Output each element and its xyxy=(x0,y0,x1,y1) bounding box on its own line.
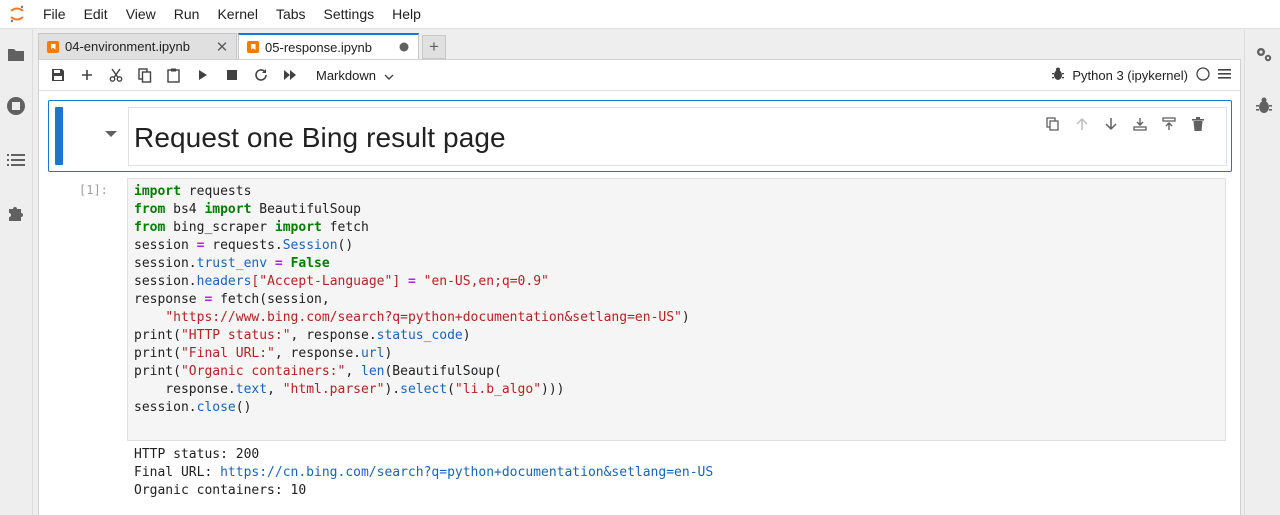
menu-settings[interactable]: Settings xyxy=(315,0,384,29)
code-line: print("Organic containers:", len(Beautif… xyxy=(134,364,502,379)
debugger-bug-icon[interactable] xyxy=(1254,96,1274,116)
code-line: print("HTTP status:", response.status_co… xyxy=(134,328,471,343)
save-icon[interactable] xyxy=(43,63,72,87)
copy-icon[interactable] xyxy=(130,63,159,87)
folder-icon[interactable] xyxy=(6,44,26,64)
notebook-icon xyxy=(47,40,59,53)
code-line: session = requests.Session() xyxy=(134,238,354,253)
code-line: "https://www.bing.com/search?q=python+do… xyxy=(165,310,690,325)
markdown-heading: Request one Bing result page xyxy=(134,122,506,153)
notebook-icon xyxy=(247,41,260,53)
code-line: response.text, "html.parser").select("li… xyxy=(134,382,565,397)
left-sidebar xyxy=(0,30,33,515)
code-line: session.trust_env = False xyxy=(134,256,330,271)
menu-help[interactable]: Help xyxy=(383,0,430,29)
property-inspector-gears-icon[interactable] xyxy=(1254,44,1274,64)
cell-toolbar xyxy=(1038,114,1212,134)
code-line: session.headers["Accept-Language"] = "en… xyxy=(134,274,549,289)
move-down-arrow-icon[interactable] xyxy=(1096,114,1125,134)
code-line: print("Final URL:", response.url) xyxy=(134,346,393,361)
menu-view[interactable]: View xyxy=(117,0,165,29)
tab-label: 05-response.ipynb xyxy=(265,39,372,55)
menu-bar: File Edit View Run Kernel Tabs Settings … xyxy=(0,0,1280,29)
insert-below-icon[interactable] xyxy=(1154,114,1183,134)
menu-edit[interactable]: Edit xyxy=(75,0,117,29)
code-editor[interactable]: import requests from bs4 import Beautifu… xyxy=(127,178,1226,441)
code-line: response = fetch(session, xyxy=(134,292,330,307)
notebook-toolbar: Markdown Python 3 (ipykernel) xyxy=(39,60,1240,91)
output-line-url: Final URL: https://cn.bing.com/search?q=… xyxy=(134,464,713,482)
run-play-icon[interactable] xyxy=(188,63,217,87)
right-sidebar xyxy=(1244,30,1280,515)
menu-hamburger-icon[interactable] xyxy=(1218,68,1232,83)
restart-run-all-fast-forward-icon[interactable] xyxy=(275,63,304,87)
chevron-down-icon xyxy=(384,68,394,83)
cell-collapser[interactable] xyxy=(55,107,63,165)
output-line-containers: Organic containers: 10 xyxy=(134,482,306,500)
tab-05-response[interactable]: 05-response.ipynb xyxy=(238,33,419,59)
kernel-name[interactable]: Python 3 (ipykernel) xyxy=(1072,68,1188,83)
table-of-contents-icon[interactable] xyxy=(6,150,26,170)
notebook-panel: Markdown Python 3 (ipykernel) Request on… xyxy=(38,59,1241,515)
output-label: HTTP status: xyxy=(134,447,236,462)
close-icon[interactable]: ✕ xyxy=(214,39,230,56)
output-url-link[interactable]: https://cn.bing.com/search?q=python+docu… xyxy=(220,465,713,480)
paste-clipboard-icon[interactable] xyxy=(159,63,188,87)
code-line: import requests xyxy=(134,184,252,199)
extensions-puzzle-icon[interactable] xyxy=(6,203,26,223)
cut-scissors-icon[interactable] xyxy=(101,63,130,87)
output-label: Organic containers: xyxy=(134,483,291,498)
menu-kernel[interactable]: Kernel xyxy=(208,0,266,29)
move-up-arrow-icon[interactable] xyxy=(1067,114,1096,134)
cell-type-dropdown[interactable]: Markdown xyxy=(316,68,394,83)
debugger-bug-icon[interactable] xyxy=(1052,67,1065,84)
duplicate-cell-icon[interactable] xyxy=(1038,114,1067,134)
code-line: session.close() xyxy=(134,400,252,415)
restart-kernel-icon[interactable] xyxy=(246,63,275,87)
menu-tabs[interactable]: Tabs xyxy=(267,0,315,29)
output-label: Final URL: xyxy=(134,465,221,480)
output-value: 10 xyxy=(290,483,307,498)
delete-trash-icon[interactable] xyxy=(1183,114,1212,134)
insert-above-icon[interactable] xyxy=(1125,114,1154,134)
cell-type-value: Markdown xyxy=(316,67,376,83)
code-line: from bs4 import BeautifulSoup xyxy=(134,202,361,217)
code-line: from bing_scraper import fetch xyxy=(134,220,369,235)
stop-icon[interactable] xyxy=(217,63,246,87)
execution-count-prompt: [1]: xyxy=(79,183,108,197)
output-line-status: HTTP status: 200 xyxy=(134,446,259,464)
new-launcher-plus-icon[interactable]: + xyxy=(422,35,446,59)
heading-collapse-toggle-icon[interactable] xyxy=(105,131,117,137)
jupyter-logo-icon xyxy=(0,0,34,29)
markdown-render-area[interactable]: Request one Bing result page xyxy=(128,107,1227,166)
unsaved-dot-icon[interactable] xyxy=(396,39,412,55)
running-sessions-icon[interactable] xyxy=(6,96,26,116)
menu-file[interactable]: File xyxy=(34,0,75,29)
kernel-status-area: Python 3 (ipykernel) xyxy=(1044,60,1232,91)
jupyterlab-window: File Edit View Run Kernel Tabs Settings … xyxy=(0,0,1280,515)
document-tab-bar: 04-environment.ipynb ✕ 05-response.ipynb… xyxy=(38,33,446,59)
kernel-idle-circle-icon xyxy=(1196,67,1210,84)
tab-04-environment[interactable]: 04-environment.ipynb ✕ xyxy=(38,33,238,59)
output-value: 200 xyxy=(235,447,260,462)
menu-run[interactable]: Run xyxy=(165,0,209,29)
markdown-cell-selected[interactable]: Request one Bing result page xyxy=(48,100,1232,172)
insert-cell-plus-icon[interactable] xyxy=(72,63,101,87)
tab-label: 04-environment.ipynb xyxy=(65,39,191,54)
